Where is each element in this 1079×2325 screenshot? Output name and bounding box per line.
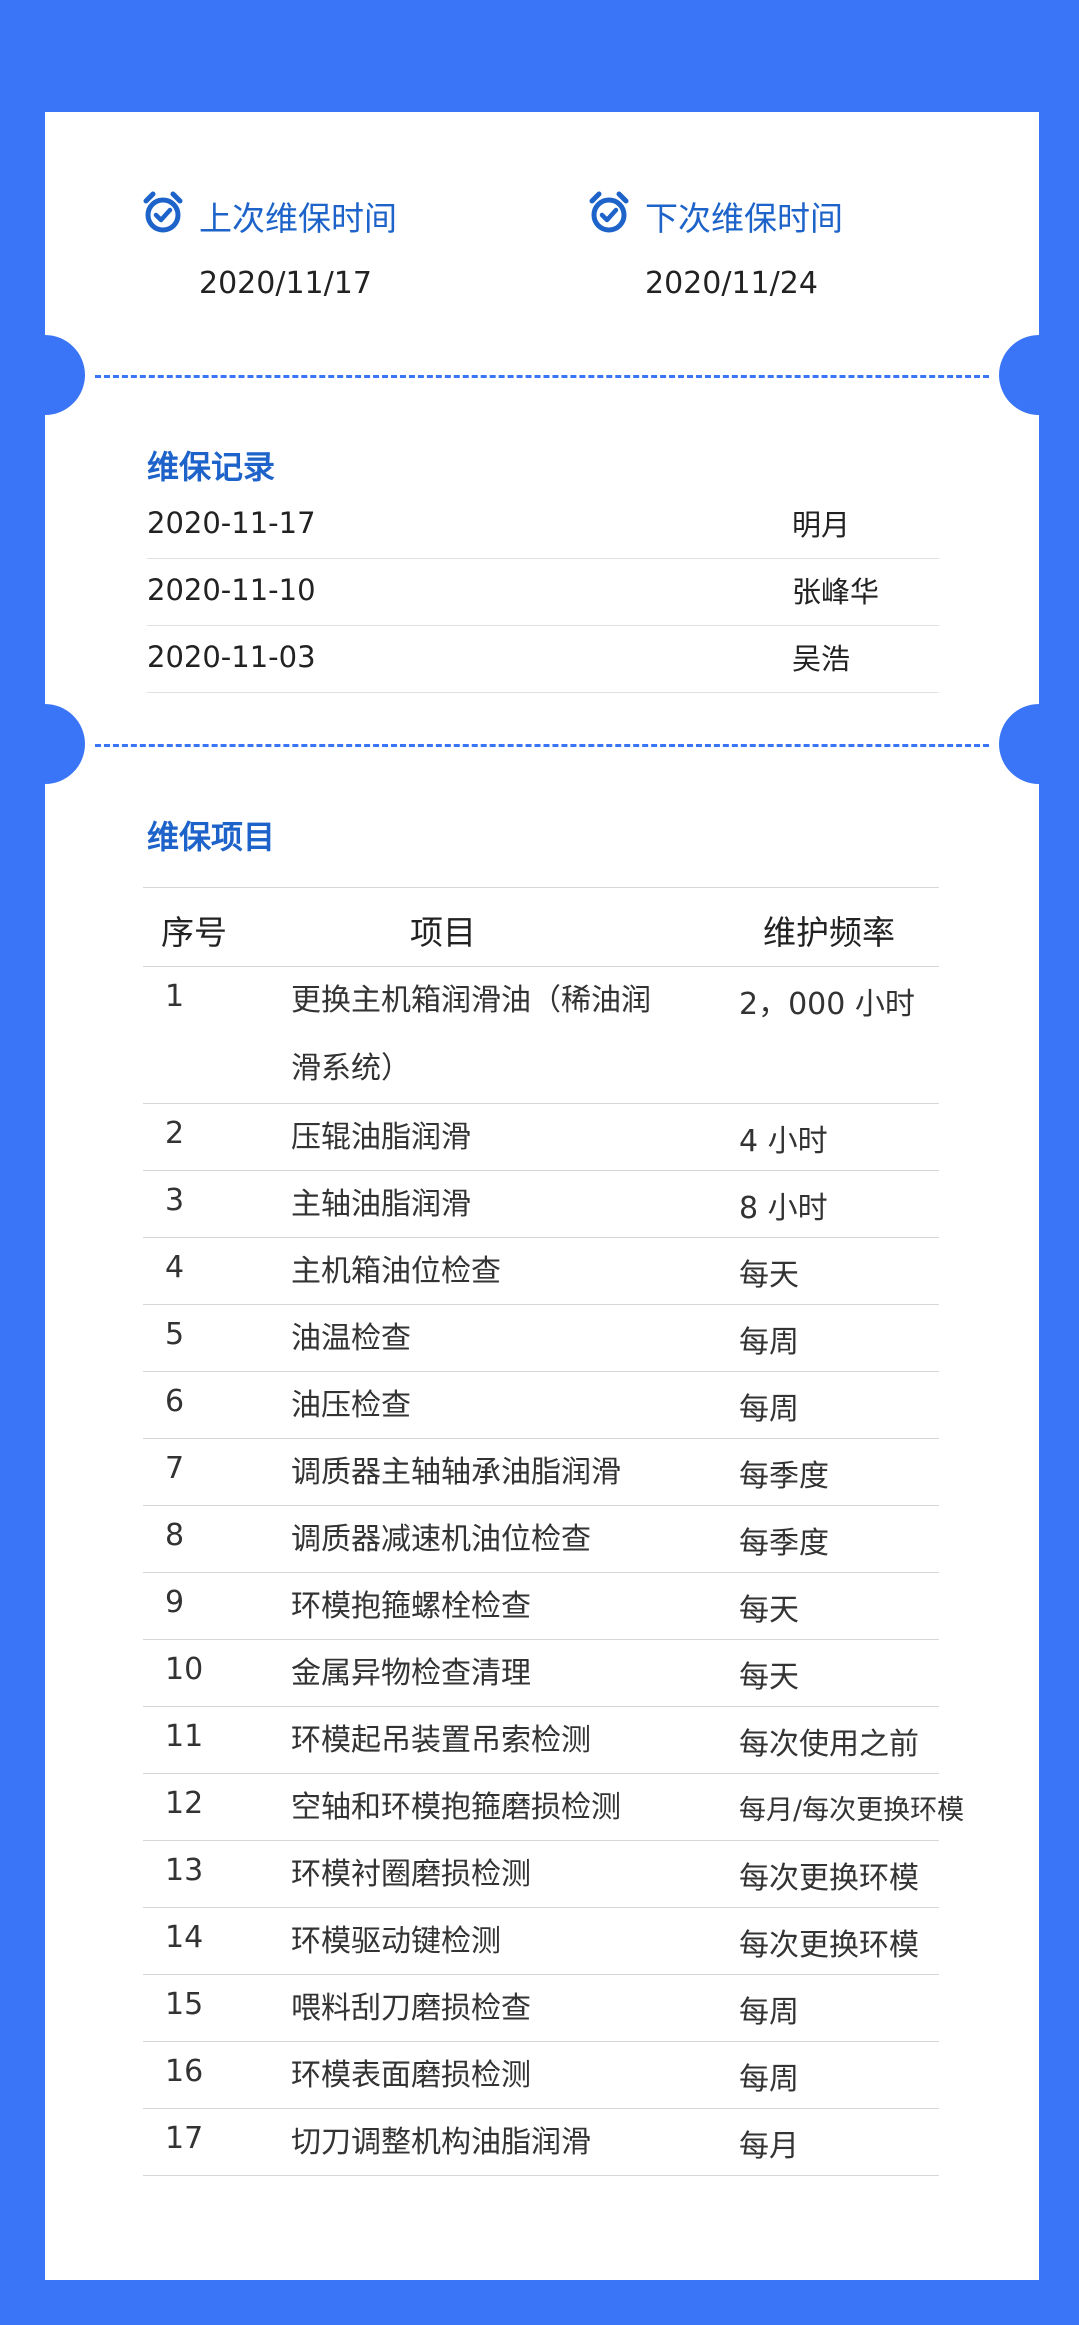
row-frequency: 每周 [739, 1325, 799, 1360]
row-item: 切刀调整机构油脂润滑 [291, 2125, 591, 2160]
record-date: 2020-11-10 [147, 573, 316, 607]
row-item: 调质器主轴轴承油脂润滑 [291, 1455, 621, 1490]
record-date: 2020-11-03 [147, 640, 316, 674]
row-frequency: 每天 [739, 1660, 799, 1695]
table-row: 17 切刀调整机构油脂润滑 每月 [143, 2109, 939, 2176]
row-no: 6 [165, 1384, 185, 1419]
dashed-divider [95, 375, 989, 378]
row-item: 环模抱箍螺栓检查 [291, 1589, 531, 1624]
records-title: 维保记录 [147, 448, 276, 486]
table-row: 4 主机箱油位检查 每天 [143, 1238, 939, 1305]
row-frequency: 8 小时 [739, 1191, 828, 1226]
record-row: 2020-11-10 张峰华 [147, 559, 939, 626]
row-item: 油压检查 [291, 1388, 411, 1423]
row-frequency: 每周 [739, 1995, 799, 2030]
ticket-notch [5, 704, 85, 784]
row-item: 调质器减速机油位检查 [291, 1522, 591, 1557]
row-item: 空轴和环模抱箍磨损检测 [291, 1790, 621, 1825]
row-frequency: 每天 [739, 1593, 799, 1628]
row-frequency: 每周 [739, 2062, 799, 2097]
row-frequency: 每月/每次更换环模 [739, 1795, 965, 1826]
row-no: 4 [165, 1250, 185, 1285]
row-item: 金属异物检查清理 [291, 1656, 531, 1691]
row-no: 12 [165, 1786, 204, 1821]
next-maintenance-value: 2020/11/24 [645, 266, 818, 301]
row-item: 环模驱动键检测 [291, 1924, 501, 1959]
row-no: 17 [165, 2121, 204, 2156]
record-row: 2020-11-17 明月 [147, 492, 939, 559]
table-row: 7 调质器主轴轴承油脂润滑 每季度 [143, 1439, 939, 1506]
table-row: 13 环模衬圈磨损检测 每次更换环模 [143, 1841, 939, 1908]
header-no: 序号 [161, 913, 227, 952]
row-no: 9 [165, 1585, 185, 1620]
row-frequency: 每次使用之前 [739, 1727, 919, 1762]
table-row: 14 环模驱动键检测 每次更换环模 [143, 1908, 939, 1975]
table-row: 2 压辊油脂润滑 4 小时 [143, 1104, 939, 1171]
row-no: 15 [165, 1987, 204, 2022]
record-date: 2020-11-17 [147, 506, 316, 540]
last-maintenance-value: 2020/11/17 [199, 266, 372, 301]
record-row: 2020-11-03 吴浩 [147, 626, 939, 693]
row-no: 1 [165, 979, 185, 1014]
header-frequency: 维护频率 [763, 913, 895, 952]
row-frequency: 4 小时 [739, 1124, 828, 1159]
table-row: 10 金属异物检查清理 每天 [143, 1640, 939, 1707]
table-row: 11 环模起吊装置吊索检测 每次使用之前 [143, 1707, 939, 1774]
row-no: 10 [165, 1652, 204, 1687]
row-no: 5 [165, 1317, 185, 1352]
table-row: 12 空轴和环模抱箍磨损检测 每月/每次更换环模 [143, 1774, 964, 1841]
table-row: 1 更换主机箱润滑油（稀油润滑系统） 2，000 小时 [143, 967, 939, 1104]
row-item: 压辊油脂润滑 [291, 1120, 471, 1155]
table-row: 5 油温检查 每周 [143, 1305, 939, 1372]
row-item: 环模起吊装置吊索检测 [291, 1723, 591, 1758]
row-no: 16 [165, 2054, 204, 2089]
row-frequency: 每月 [739, 2129, 799, 2164]
table-row: 3 主轴油脂润滑 8 小时 [143, 1171, 939, 1238]
row-frequency: 每天 [739, 1258, 799, 1293]
header-item: 项目 [410, 913, 476, 952]
ticket-notch [999, 704, 1079, 784]
row-frequency: 2，000 小时 [739, 987, 915, 1022]
table-header: 序号 项目 维护频率 [143, 888, 939, 967]
row-item: 主轴油脂润滑 [291, 1187, 471, 1222]
row-item: 喂料刮刀磨损检查 [291, 1991, 531, 2026]
row-no: 2 [165, 1116, 185, 1151]
row-item: 环模衬圈磨损检测 [291, 1857, 531, 1892]
row-frequency: 每周 [739, 1392, 799, 1427]
ticket-notch [999, 335, 1079, 415]
row-frequency: 每次更换环模 [739, 1861, 919, 1896]
table-row: 15 喂料刮刀磨损检查 每周 [143, 1975, 939, 2042]
row-frequency: 每季度 [739, 1459, 829, 1494]
row-item: 油温检查 [291, 1321, 411, 1356]
row-no: 3 [165, 1183, 185, 1218]
last-maintenance-label: 上次维保时间 [199, 199, 397, 238]
row-frequency: 每季度 [739, 1526, 829, 1561]
last-maintenance-block: 上次维保时间 2020/11/17 [141, 190, 397, 301]
record-person: 明月 [792, 508, 851, 542]
items-title: 维保项目 [147, 818, 276, 856]
next-maintenance-label: 下次维保时间 [645, 199, 843, 238]
row-frequency: 每次更换环模 [739, 1928, 919, 1963]
ticket-notch [5, 335, 85, 415]
alarm-clock-icon [587, 190, 631, 242]
row-no: 11 [165, 1719, 204, 1754]
table-row: 9 环模抱箍螺栓检查 每天 [143, 1573, 939, 1640]
record-person: 吴浩 [792, 642, 851, 676]
table-row: 16 环模表面磨损检测 每周 [143, 2042, 939, 2109]
dashed-divider [95, 744, 989, 747]
row-item: 更换主机箱润滑油（稀油润滑系统） [291, 983, 651, 1086]
row-no: 7 [165, 1451, 185, 1486]
row-item: 环模表面磨损检测 [291, 2058, 531, 2093]
table-row: 8 调质器减速机油位检查 每季度 [143, 1506, 939, 1573]
row-no: 14 [165, 1920, 204, 1955]
maintenance-card: 上次维保时间 2020/11/17 下次维保时间 2020/11/24 维保记录… [5, 112, 1079, 2280]
maintenance-items-table: 序号 项目 维护频率 1 更换主机箱润滑油（稀油润滑系统） 2，000 小时 2… [143, 887, 964, 2176]
row-no: 8 [165, 1518, 185, 1553]
next-maintenance-block: 下次维保时间 2020/11/24 [587, 190, 843, 301]
row-item: 主机箱油位检查 [291, 1254, 501, 1289]
alarm-clock-icon [141, 190, 185, 242]
table-row: 6 油压检查 每周 [143, 1372, 939, 1439]
record-person: 张峰华 [792, 575, 880, 609]
row-no: 13 [165, 1853, 204, 1888]
